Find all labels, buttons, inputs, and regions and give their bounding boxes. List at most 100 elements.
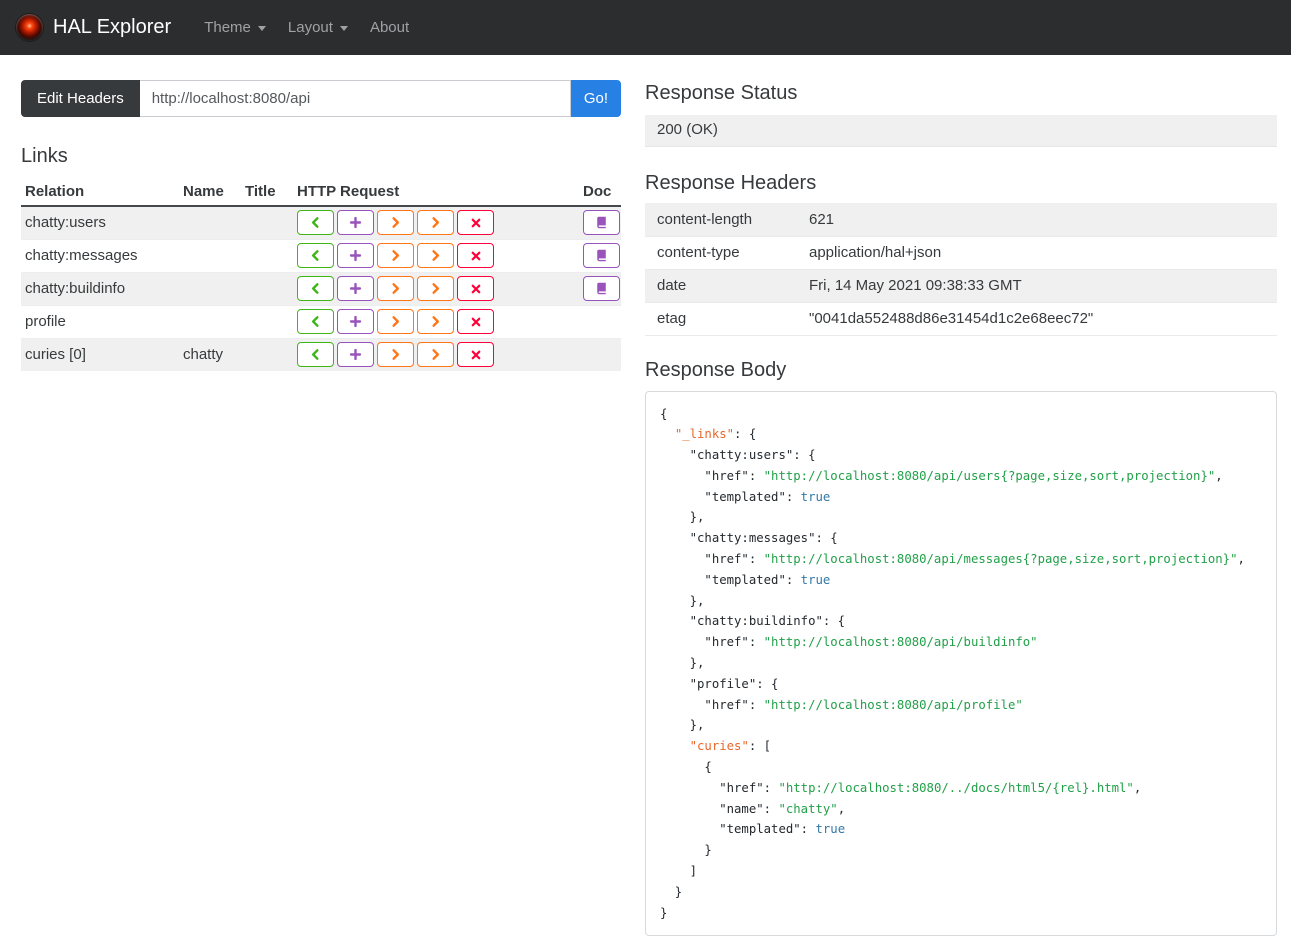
doc-button[interactable] <box>583 276 620 301</box>
chevron-right-icon <box>429 216 442 229</box>
code-line: }, <box>660 653 1262 674</box>
code-token: "http://localhost:8080/api/messages{?pag… <box>763 552 1238 567</box>
code-token: }, <box>660 593 705 608</box>
post-button[interactable] <box>337 210 374 236</box>
code-token: ] <box>660 864 698 879</box>
code-token: "http://localhost:8080/api/profile" <box>763 697 1023 712</box>
doc-cell <box>579 272 621 305</box>
put-button[interactable] <box>377 210 414 236</box>
x-icon <box>470 349 482 361</box>
go-button[interactable]: Go! <box>570 80 621 117</box>
relation-cell: chatty:messages <box>25 247 138 264</box>
caret-down-icon <box>339 26 348 31</box>
doc-button[interactable] <box>583 210 620 236</box>
code-line: "href": "http://localhost:8080/api/profi… <box>660 695 1262 716</box>
post-button[interactable] <box>337 276 374 301</box>
name-cell <box>179 206 241 239</box>
code-token: }, <box>660 656 705 671</box>
code-line: "profile": { <box>660 674 1262 695</box>
patch-button[interactable] <box>417 276 454 301</box>
code-line: } <box>660 882 1262 903</box>
delete-button[interactable] <box>457 342 494 368</box>
response-headers-title: Response Headers <box>645 172 817 194</box>
links-row: profile <box>21 305 621 338</box>
code-token: "templated": <box>660 489 801 504</box>
book-icon <box>595 249 608 262</box>
book-icon <box>595 216 608 229</box>
delete-button[interactable] <box>457 309 494 334</box>
name-cell: chatty <box>183 346 224 364</box>
code-token: "templated": <box>660 572 801 587</box>
doc-cell <box>579 206 621 239</box>
code-token: "http://localhost:8080/api/buildinfo" <box>763 635 1038 650</box>
links-table-header: Relation Name Title HTTP Request Doc <box>21 178 621 207</box>
x-icon <box>470 217 482 229</box>
code-line: "href": "http://localhost:8080/api/messa… <box>660 549 1262 570</box>
nav-item-layout[interactable]: Layout <box>277 13 359 42</box>
nav-item-label: Layout <box>287 19 333 36</box>
code-token: true <box>815 822 846 837</box>
chevron-right-icon <box>389 282 402 295</box>
code-line: "templated": true <box>660 487 1262 508</box>
code-token: "http://localhost:8080/../docs/html5/{re… <box>778 780 1134 795</box>
code-token: , <box>1237 552 1245 567</box>
chevron-right-icon <box>429 249 442 262</box>
edit-headers-button[interactable]: Edit Headers <box>21 80 140 117</box>
doc-button[interactable] <box>583 243 620 268</box>
chevron-right-icon <box>389 216 402 229</box>
code-token: }, <box>660 718 705 733</box>
plus-icon <box>349 315 362 328</box>
get-button[interactable] <box>297 276 334 301</box>
column-header-doc: Doc <box>579 178 621 207</box>
put-button[interactable] <box>377 342 414 368</box>
patch-button[interactable] <box>417 210 454 236</box>
code-token: "chatty:messages": { <box>660 531 838 546</box>
code-token: "_links" <box>674 427 735 442</box>
delete-button[interactable] <box>457 210 494 236</box>
nav-item-about[interactable]: About <box>359 13 420 42</box>
response-header-row: content-type application/hal+json <box>645 236 1277 270</box>
nav-item-theme[interactable]: Theme <box>193 13 277 42</box>
code-line: }, <box>660 591 1262 612</box>
get-button[interactable] <box>297 243 334 268</box>
code-line: { <box>660 404 1262 425</box>
code-line: ] <box>660 861 1262 882</box>
code-line: }, <box>660 507 1262 528</box>
post-button[interactable] <box>337 342 374 368</box>
put-button[interactable] <box>377 309 414 334</box>
doc-cell <box>579 338 621 371</box>
title-cell <box>241 305 293 338</box>
code-token: { <box>660 406 668 421</box>
code-line: { <box>660 757 1262 778</box>
chevron-right-icon <box>429 315 442 328</box>
post-button[interactable] <box>337 309 374 334</box>
url-input[interactable] <box>139 80 571 117</box>
put-button[interactable] <box>377 276 414 301</box>
links-row: curies [0] chatty <box>21 338 621 371</box>
code-token: , <box>837 801 846 816</box>
chevron-left-icon <box>309 282 322 295</box>
code-line: "href": "http://localhost:8080/api/users… <box>660 466 1262 487</box>
hal-eye-logo-icon <box>16 14 43 41</box>
caret-down-icon <box>257 26 266 31</box>
patch-button[interactable] <box>417 243 454 268</box>
code-token: }, <box>660 510 705 525</box>
get-button[interactable] <box>297 309 334 334</box>
put-button[interactable] <box>377 243 414 268</box>
delete-button[interactable] <box>457 276 494 301</box>
code-line: "name": "chatty", <box>660 799 1262 820</box>
code-token: } <box>660 905 668 920</box>
code-token: : [ <box>748 739 772 754</box>
header-value: 621 <box>797 203 1277 237</box>
x-icon <box>470 283 482 295</box>
post-button[interactable] <box>337 243 374 268</box>
http-request-cell <box>293 239 579 272</box>
delete-button[interactable] <box>457 243 494 268</box>
patch-button[interactable] <box>417 309 454 334</box>
column-header-relation: Relation <box>21 178 179 207</box>
get-button[interactable] <box>297 210 334 236</box>
get-button[interactable] <box>297 342 334 368</box>
patch-button[interactable] <box>417 342 454 368</box>
links-table: Relation Name Title HTTP Request Doc chatty:… <box>21 178 621 371</box>
title-cell <box>241 272 293 305</box>
